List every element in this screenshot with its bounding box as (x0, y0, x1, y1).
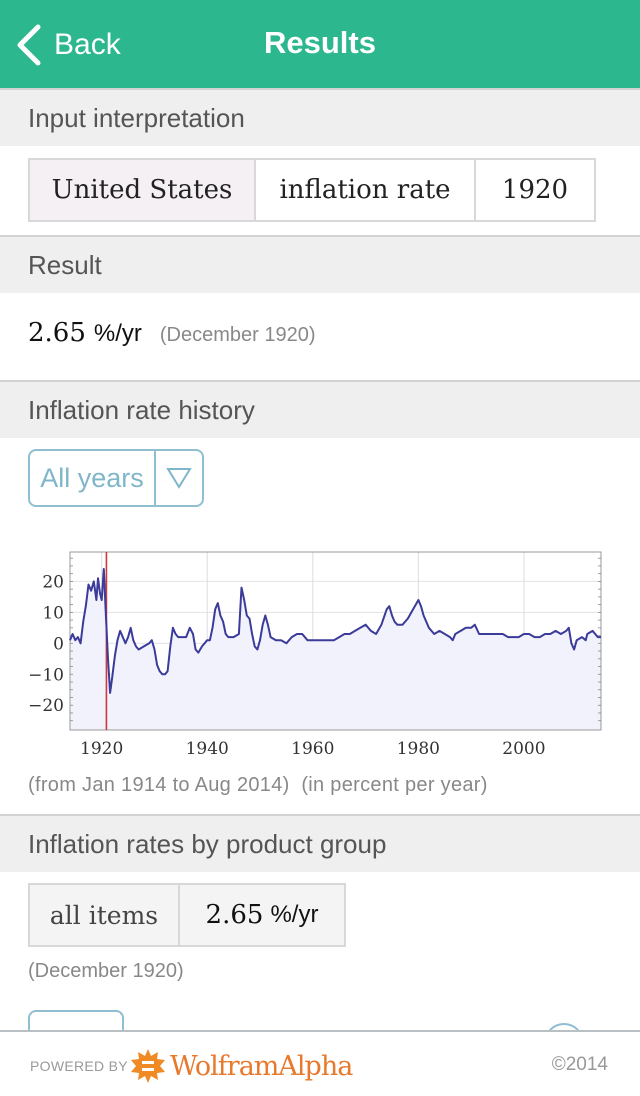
result-unit: %/yr (93, 320, 142, 347)
chart-units-note: (in percent per year) (301, 774, 488, 796)
section-header-result: Result (0, 235, 640, 293)
product-group-unit: %/yr (270, 901, 319, 928)
y-tick-label: −10 (28, 665, 64, 685)
wolfram-star-icon (131, 1049, 165, 1083)
copyright: ©2014 (551, 1054, 608, 1075)
x-tick-label: 1960 (291, 739, 334, 759)
x-tick-label: 2000 (502, 739, 545, 759)
triangle-down-icon (166, 468, 192, 489)
product-group-value: 2.65 (205, 900, 264, 930)
section-header-product-group: Inflation rates by product group (0, 814, 640, 872)
brand-name: WolframAlpha (170, 1050, 353, 1082)
interp-cell-property[interactable]: inflation rate (256, 160, 476, 220)
powered-by-label: POWERED BY (30, 1058, 128, 1074)
x-tick-label: 1980 (397, 739, 440, 759)
wolframalpha-logo[interactable]: WolframAlpha (130, 1048, 353, 1084)
page-title-text: Results (264, 25, 376, 60)
input-interpretation-table: United States inflation rate 1920 (28, 158, 596, 222)
footer: POWERED BY WolframAlpha ©2014 (0, 1030, 640, 1096)
page-title: Results (0, 25, 640, 61)
section-title: Inflation rates by product group (28, 828, 387, 859)
section-title: Input interpretation (28, 102, 245, 133)
product-group-date-note: (December 1920) (28, 960, 184, 982)
dropdown-arrow[interactable] (156, 451, 202, 505)
product-group-label: all items (30, 885, 180, 945)
dropdown-value: All years (30, 451, 156, 505)
nav-bar: Back Results (0, 0, 640, 88)
section-header-history: Inflation rate history (0, 380, 640, 438)
chart-range-note: (from Jan 1914 to Aug 2014) (28, 774, 290, 796)
result-date-note: (December 1920) (159, 324, 316, 346)
product-group-value-cell: 2.65 %/yr (180, 885, 344, 945)
inflation-history-chart: 20 10 0 −10 −20 1920 1940 1960 1980 2000 (28, 551, 602, 759)
interp-cell-year[interactable]: 1920 (476, 160, 594, 220)
section-header-input-interpretation: Input interpretation (0, 88, 640, 146)
y-tick-label: 0 (53, 634, 64, 654)
y-tick-label: 10 (42, 603, 64, 623)
product-group-table: all items 2.65 %/yr (28, 883, 346, 947)
year-range-dropdown[interactable]: All years (28, 449, 204, 507)
result-value: 2.65 (28, 318, 86, 348)
x-tick-label: 1940 (186, 739, 229, 759)
interp-cell-country[interactable]: United States (30, 160, 256, 220)
y-tick-label: −20 (28, 696, 64, 716)
section-title: Inflation rate history (28, 394, 255, 425)
chart-note: (from Jan 1914 to Aug 2014) (in percent … (28, 774, 488, 797)
section-title: Result (28, 249, 102, 280)
y-tick-label: 20 (42, 572, 64, 592)
x-tick-label: 1920 (80, 739, 123, 759)
result-value-line: 2.65 %/yr (December 1920) (28, 318, 316, 348)
